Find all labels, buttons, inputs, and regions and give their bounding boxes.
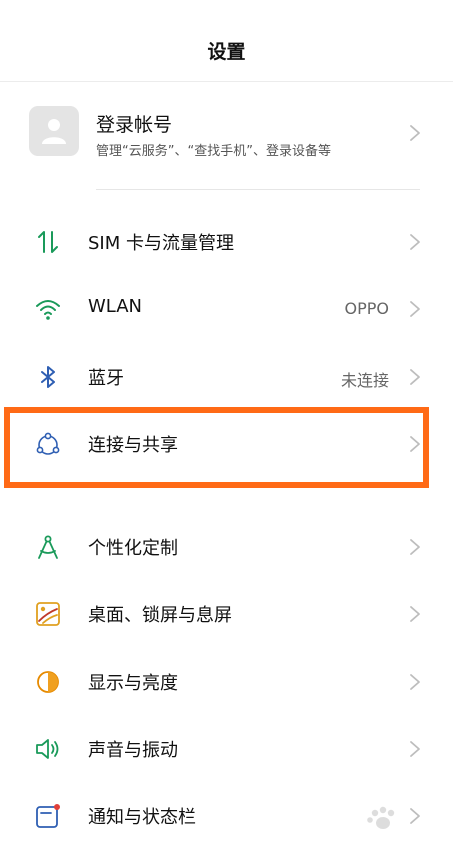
settings-item-label: 桌面、锁屏与息屏: [88, 605, 232, 626]
chevron-right-icon: [410, 301, 420, 317]
divider: [96, 189, 420, 190]
settings-item-label: 个性化定制: [88, 538, 178, 559]
sound-vibration-icon: [36, 739, 59, 759]
app-header: 设置: [0, 0, 453, 82]
notification-icon: [36, 804, 60, 828]
personalization-icon: [38, 535, 58, 559]
settings-item-display-brightness[interactable]: 显示与亮度: [0, 652, 453, 712]
chevron-right-icon: [410, 539, 420, 555]
chevron-right-icon: [410, 234, 420, 250]
settings-item-label: 显示与亮度: [88, 673, 178, 694]
chevron-right-icon: [410, 741, 420, 757]
bluetooth-icon: [41, 366, 55, 388]
display-brightness-icon: [37, 671, 59, 693]
chevron-right-icon: [410, 125, 420, 141]
settings-item-label: 蓝牙: [88, 368, 124, 389]
chevron-right-icon: [410, 606, 420, 622]
settings-item-label: 通知与状态栏: [88, 807, 196, 828]
user-icon: [42, 119, 66, 144]
wlan-network-name: OPPO: [344, 299, 389, 318]
account-login-item[interactable]: 登录帐号 管理“云服务”、“查找手机”、登录设备等: [0, 96, 453, 172]
settings-item-sim[interactable]: SIM 卡与流量管理: [0, 212, 453, 272]
avatar: [29, 106, 79, 156]
bluetooth-status: 未连接: [340, 371, 389, 390]
chevron-right-icon: [410, 674, 420, 690]
settings-item-label: WLAN: [88, 296, 143, 317]
settings-item-sound-vibration[interactable]: 声音与振动: [0, 719, 453, 779]
wifi-icon: [36, 300, 60, 320]
settings-item-personalization[interactable]: 个性化定制: [0, 517, 453, 577]
highlight-box: [4, 407, 429, 488]
settings-item-label: SIM 卡与流量管理: [88, 233, 234, 254]
page-title: 设置: [207, 41, 246, 63]
watermark-logo: [367, 806, 395, 829]
account-title: 登录帐号: [96, 114, 173, 136]
settings-item-wlan[interactable]: WLAN OPPO: [0, 279, 453, 339]
sim-data-icon: [38, 231, 58, 253]
account-subtitle: 管理“云服务”、“查找手机”、登录设备等: [96, 144, 331, 159]
settings-item-bluetooth[interactable]: 蓝牙 未连接: [0, 347, 453, 407]
chevron-right-icon: [410, 369, 420, 385]
settings-item-label: 声音与振动: [88, 740, 178, 761]
settings-item-home-lock-screen[interactable]: 桌面、锁屏与息屏: [0, 584, 453, 644]
wallpaper-icon: [36, 602, 60, 626]
